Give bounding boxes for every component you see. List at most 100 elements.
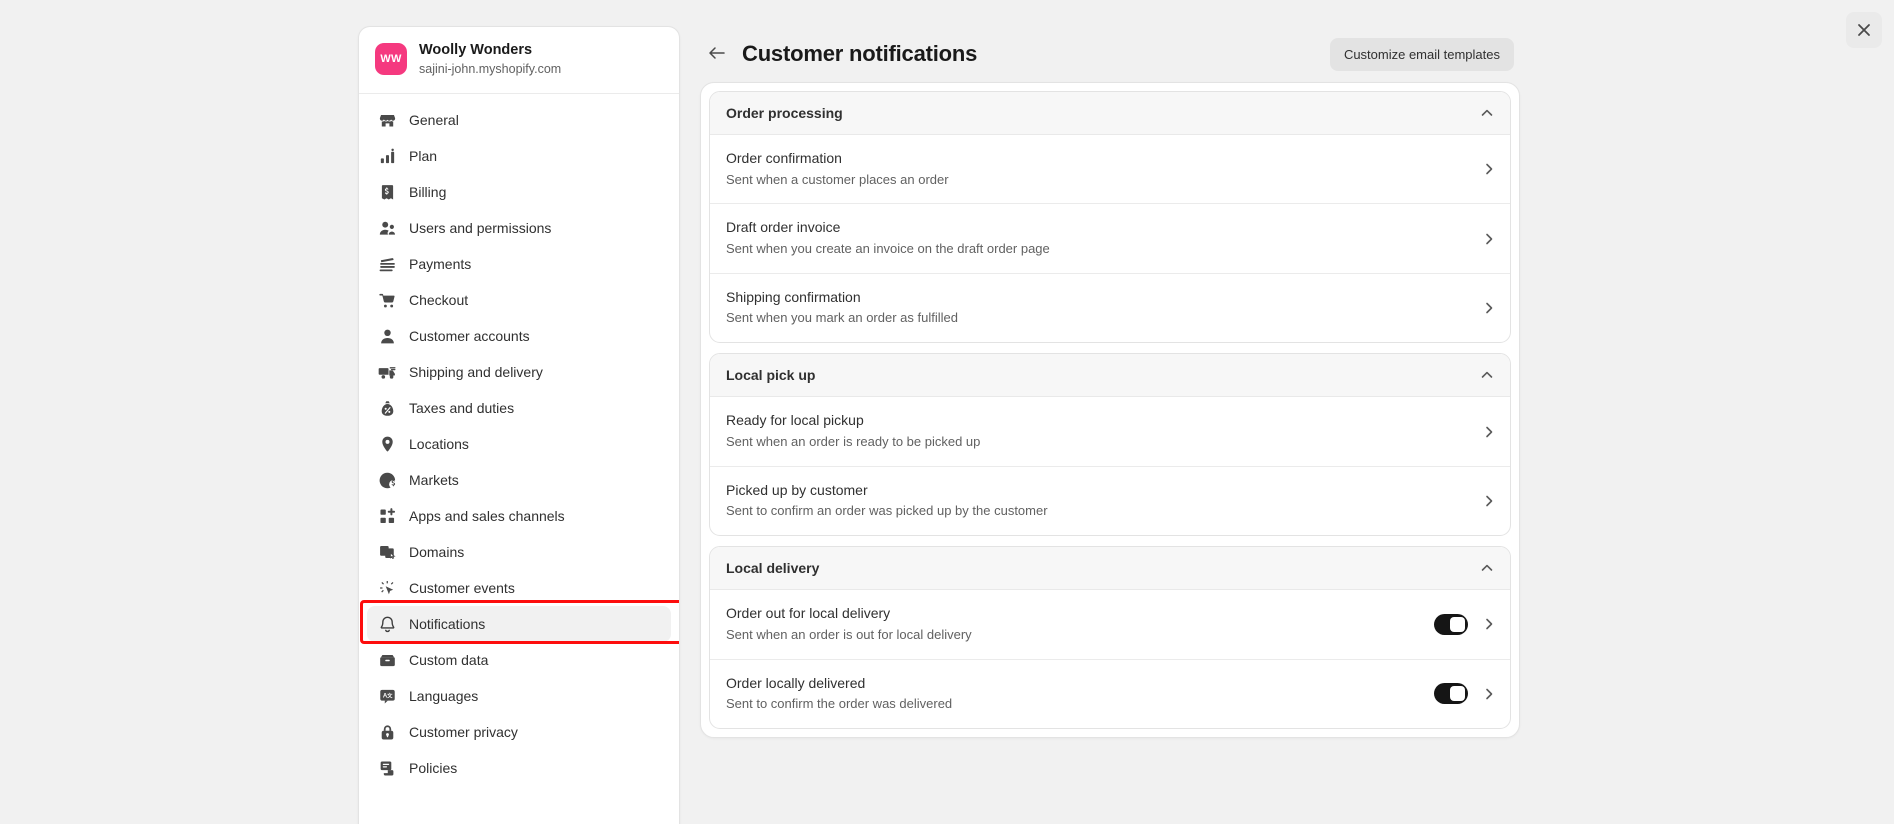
globe-icon	[377, 470, 397, 490]
settings-nav: General Plan Billing Users and permissions P…	[359, 94, 679, 786]
notification-row[interactable]: Ready for local pickup Sent when an order…	[710, 397, 1510, 465]
notification-title: Picked up by customer	[726, 481, 868, 498]
sidebar-item-payments[interactable]: Payments	[367, 246, 671, 282]
section-header[interactable]: Order processing	[710, 92, 1510, 135]
notification-description: Sent to confirm an order was picked up b…	[726, 503, 1048, 519]
sidebar-item-label: Plan	[409, 148, 438, 165]
receipt-icon	[377, 182, 397, 202]
sidebar-item-label: General	[409, 112, 459, 129]
notification-row[interactable]: Order out for local delivery Sent when an…	[710, 590, 1510, 658]
chevron-right-icon[interactable]	[1482, 232, 1496, 246]
sidebar-item-languages[interactable]: A 文 Languages	[367, 678, 671, 714]
notifications-panel: Order processing Order confirmation Sent w…	[700, 82, 1520, 739]
sidebar-item-label: Customer privacy	[409, 724, 518, 741]
sidebar-item-label: Customer events	[409, 580, 515, 597]
sidebar-item-label: Locations	[409, 436, 469, 453]
toggle-knob	[1450, 616, 1465, 632]
sidebar-item-policies[interactable]: Policies	[367, 750, 671, 786]
chevron-right-icon[interactable]	[1482, 425, 1496, 439]
sidebar-item-checkout[interactable]: Checkout	[367, 282, 671, 318]
domains-icon	[377, 542, 397, 562]
sidebar-item-label: Payments	[409, 256, 472, 273]
bell-icon	[377, 614, 397, 634]
section-body: Ready for local pickup Sent when an order…	[710, 397, 1510, 535]
sidebar-item-label: Users and permissions	[409, 220, 552, 237]
sidebar-item-label: Languages	[409, 688, 479, 705]
notification-row[interactable]: Order confirmation Sent when a customer p…	[710, 135, 1510, 203]
notification-row[interactable]: Picked up by customer Sent to confirm an …	[710, 465, 1510, 535]
notification-description: Sent when an order is out for local deli…	[726, 626, 972, 642]
section-title: Local pick up	[726, 367, 816, 384]
sidebar-item-label: Shipping and delivery	[409, 364, 543, 381]
notification-title: Order locally delivered	[726, 674, 866, 691]
section-title: Order processing	[726, 105, 843, 121]
sidebar-item-notifications[interactable]: Notifications	[360, 600, 679, 645]
sidebar-item-label: Notifications	[409, 616, 486, 633]
app-screen: WW Woolly Wonders sajini-john.myshopify.…	[0, 0, 1894, 824]
notification-description: Sent when an order is ready to be picked…	[726, 433, 981, 449]
close-icon	[1857, 23, 1871, 37]
sidebar-item-custom-data[interactable]: Custom data	[367, 642, 671, 678]
notification-row[interactable]: Order locally delivered Sent to confirm t…	[710, 658, 1510, 728]
sidebar-item-customer-privacy[interactable]: Customer privacy	[367, 714, 671, 750]
sidebar-item-label: Policies	[409, 760, 458, 777]
translate-icon: A文	[377, 686, 397, 706]
truck-icon	[377, 362, 397, 382]
sidebar-item-label: Markets	[409, 472, 459, 489]
chevron-right-icon[interactable]	[1482, 617, 1496, 631]
chevron-right-icon[interactable]	[1482, 687, 1496, 701]
person-icon	[377, 326, 397, 346]
chart-icon	[377, 146, 397, 166]
selection-highlight	[360, 600, 679, 645]
settings-sidebar: WW Woolly Wonders sajini-john.myshopify.…	[358, 26, 680, 824]
notification-section: Order processing Order confirmation Sent w…	[709, 91, 1511, 344]
avatar: WW	[375, 43, 407, 76]
sidebar-item-users-and-permissions[interactable]: Users and permissions	[367, 210, 671, 246]
notification-row[interactable]: Draft order invoice Sent when you create …	[710, 203, 1510, 272]
chevron-right-icon[interactable]	[1482, 162, 1496, 176]
notification-row[interactable]: Shipping confirmation Sent when you mark …	[710, 272, 1510, 342]
sidebar-item-domains[interactable]: Domains	[367, 534, 671, 570]
users-icon	[377, 218, 397, 238]
sidebar-item-label: Checkout	[409, 292, 469, 309]
notification-toggle[interactable]	[1434, 683, 1468, 705]
toggle-knob	[1450, 686, 1465, 702]
section-header[interactable]: Local pick up	[710, 354, 1510, 398]
sidebar-item-plan[interactable]: Plan	[367, 138, 671, 174]
section-body: Order confirmation Sent when a customer p…	[710, 135, 1510, 342]
sidebar-item-label: Domains	[409, 544, 465, 561]
section-header[interactable]: Local delivery	[710, 547, 1510, 591]
sidebar-item-label: Billing	[409, 184, 447, 201]
main-content: Customer notifications Customize email t…	[700, 26, 1520, 739]
sidebar-item-general[interactable]: General	[367, 102, 671, 138]
sidebar-item-shipping-and-delivery[interactable]: Shipping and delivery	[367, 354, 671, 390]
sidebar-item-markets[interactable]: Markets	[367, 462, 671, 498]
sidebar-item-taxes-and-duties[interactable]: Taxes and duties	[367, 390, 671, 426]
section-body: Order out for local delivery Sent when an…	[710, 590, 1510, 728]
notification-toggle[interactable]	[1434, 613, 1468, 635]
section-title: Local delivery	[726, 560, 820, 577]
notification-title: Order out for local delivery	[726, 605, 891, 622]
chevron-up-icon[interactable]	[1480, 368, 1494, 382]
sidebar-item-apps-and-sales-channels[interactable]: Apps and sales channels	[367, 498, 671, 534]
chevron-right-icon[interactable]	[1482, 494, 1496, 508]
sidebar-item-locations[interactable]: Locations	[367, 426, 671, 462]
chevron-up-icon[interactable]	[1480, 561, 1494, 575]
store-header[interactable]: WW Woolly Wonders sajini-john.myshopify.…	[359, 27, 679, 95]
chevron-up-icon[interactable]	[1480, 106, 1494, 120]
back-button[interactable]	[704, 42, 728, 66]
close-button[interactable]	[1846, 12, 1882, 48]
tax-icon	[377, 398, 397, 418]
sidebar-item-label: Apps and sales channels	[409, 508, 565, 525]
notification-section: Local delivery Order out for local delive…	[709, 546, 1511, 730]
sidebar-item-customer-accounts[interactable]: Customer accounts	[367, 318, 671, 354]
customize-email-templates-button[interactable]: Customize email templates	[1329, 37, 1514, 71]
pin-icon	[377, 434, 397, 454]
lock-icon	[377, 722, 397, 742]
chevron-right-icon[interactable]	[1482, 301, 1496, 315]
sidebar-item-billing[interactable]: Billing	[367, 174, 671, 210]
notification-description: Sent when you mark an order as fulfilled	[726, 310, 958, 326]
database-icon	[377, 650, 397, 670]
sidebar-item-customer-events[interactable]: Customer events	[367, 570, 671, 606]
page-header: Customer notifications Customize email t…	[700, 26, 1520, 82]
